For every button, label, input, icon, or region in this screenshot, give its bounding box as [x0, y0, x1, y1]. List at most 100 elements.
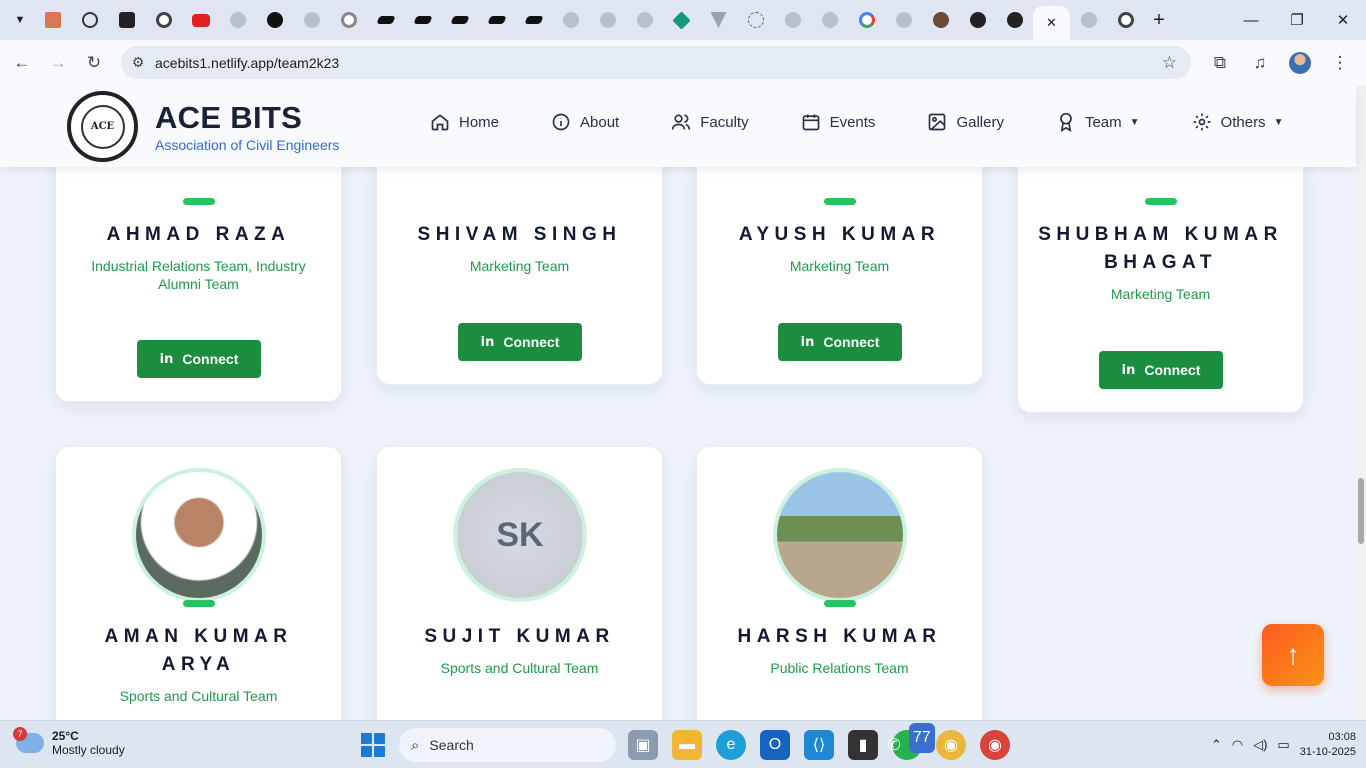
member-name: HARSH KUMAR — [737, 626, 942, 647]
nav-about[interactable]: About — [551, 112, 619, 132]
tab-blank[interactable] — [774, 0, 811, 40]
tab-blank[interactable] — [589, 0, 626, 40]
tab-youtube[interactable] — [182, 0, 219, 40]
tab-github[interactable] — [959, 0, 996, 40]
extensions-icon[interactable]: ⧉ — [1202, 45, 1238, 81]
volume-icon[interactable]: ◁) — [1253, 737, 1267, 753]
weather-temp: 25°C — [52, 729, 79, 743]
tab-gemini[interactable] — [663, 0, 700, 40]
taskbar: 7 25°C Mostly cloudy ⌕ Search ▣ ▬ e O ⟨⟩… — [0, 720, 1366, 768]
tab-blank[interactable] — [885, 0, 922, 40]
tab-x[interactable] — [108, 0, 145, 40]
search-icon: ⌕ — [411, 736, 420, 754]
terminal-icon[interactable]: ▮ — [848, 730, 878, 760]
profile-avatar[interactable] — [1282, 45, 1318, 81]
tab-claude[interactable] — [34, 0, 71, 40]
main-nav: Home About Faculty Events Gallery Team ▼… — [430, 112, 1335, 132]
close-window-button[interactable]: ✕ — [1320, 0, 1366, 40]
connect-button[interactable]: in Connect — [137, 340, 261, 378]
page-scrollbar[interactable] — [1356, 86, 1366, 720]
wifi-icon[interactable]: ◠ — [1232, 737, 1243, 753]
member-name: AYUSH KUMAR — [738, 224, 941, 245]
cloud-icon: 7 — [13, 727, 44, 753]
tab-search-dropdown[interactable]: ▼ — [6, 6, 34, 34]
battery-icon[interactable]: ▭ — [1277, 737, 1289, 753]
tab-figma[interactable] — [737, 0, 774, 40]
ace-bits-logo[interactable]: ACE — [67, 91, 138, 162]
chrome-profile-icon[interactable]: ◉ — [980, 730, 1010, 760]
scrollbar-thumb[interactable] — [1358, 478, 1364, 544]
tab-blank[interactable] — [1070, 0, 1107, 40]
nav-team[interactable]: Team ▼ — [1056, 112, 1140, 132]
users-icon — [672, 114, 691, 130]
tab-blank[interactable] — [626, 0, 663, 40]
tab-blank[interactable] — [219, 0, 256, 40]
weather-desc: Mostly cloudy — [52, 743, 125, 757]
nav-faculty[interactable]: Faculty — [671, 112, 749, 132]
address-bar[interactable]: ⚙ acebits1.netlify.app/team2k23 ☆ — [121, 46, 1191, 79]
nav-others[interactable]: Others ▼ — [1192, 112, 1283, 132]
edge-icon[interactable]: e — [716, 730, 746, 760]
info-icon — [552, 113, 570, 131]
tab-chrome[interactable] — [1107, 0, 1144, 40]
tab-link[interactable] — [441, 0, 478, 40]
member-name: SHIVAM SINGH — [417, 224, 622, 245]
tab-github[interactable] — [996, 0, 1033, 40]
member-role: Sports and Cultural Team — [440, 660, 599, 676]
start-button[interactable] — [361, 733, 385, 757]
maximize-button[interactable]: ❐ — [1274, 0, 1320, 40]
reload-button[interactable]: ↻ — [76, 45, 112, 81]
back-button[interactable]: ← — [4, 45, 40, 81]
task-view-icon[interactable]: ▣ — [628, 730, 658, 760]
tab-link[interactable] — [404, 0, 441, 40]
close-tab-icon[interactable]: ✕ — [1046, 15, 1057, 31]
member-initials: SK — [457, 472, 583, 598]
tab-blank[interactable] — [293, 0, 330, 40]
forward-button[interactable]: → — [40, 45, 76, 81]
taskbar-search[interactable]: ⌕ Search — [399, 728, 616, 762]
member-role: Marketing Team — [1110, 286, 1211, 302]
tab-link[interactable] — [478, 0, 515, 40]
tab-person[interactable] — [922, 0, 959, 40]
gear-icon — [1193, 113, 1210, 131]
nav-gallery[interactable]: Gallery — [927, 112, 1004, 132]
url-text[interactable]: acebits1.netlify.app/team2k23 — [155, 55, 339, 71]
nav-events[interactable]: Events — [801, 112, 875, 132]
clock[interactable]: 03:08 31-10-2025 — [1300, 730, 1356, 760]
member-card: AMAN KUMAR ARYA Sports and Cultural Team — [55, 446, 342, 720]
site-header: ACE ACE BITS Association of Civil Engine… — [0, 86, 1356, 167]
vscode-icon[interactable]: ⟨⟩ — [804, 730, 834, 760]
tab-blank[interactable] — [552, 0, 589, 40]
member-name: SHUBHAM KUMAR BHAGAT — [1038, 224, 1283, 273]
menu-kebab-icon[interactable]: ⋮ — [1322, 45, 1358, 81]
minimize-button[interactable]: — — [1228, 0, 1274, 40]
connect-button[interactable]: in Connect — [1099, 351, 1223, 389]
system-tray: ⌃ ◠ ◁) ▭ 03:08 31-10-2025 — [1211, 730, 1356, 760]
member-photo: SK — [453, 468, 587, 602]
tab-chrome[interactable] — [145, 0, 182, 40]
tab-active[interactable]: ✕ — [1033, 6, 1070, 40]
tab-vercel[interactable] — [700, 0, 737, 40]
outlook-icon[interactable]: O — [760, 730, 790, 760]
tab-link[interactable] — [515, 0, 552, 40]
connect-button[interactable]: in Connect — [458, 323, 582, 361]
weather-widget[interactable]: 7 25°C Mostly cloudy — [13, 727, 125, 757]
bookmark-star-icon[interactable]: ☆ — [1162, 53, 1177, 73]
connect-button[interactable]: in Connect — [778, 323, 902, 361]
brand-title[interactable]: ACE BITS — [155, 100, 302, 136]
chevron-up-icon[interactable]: ⌃ — [1211, 737, 1222, 753]
back-to-top-button[interactable]: ↑ — [1262, 624, 1324, 686]
tab-blank[interactable] — [811, 0, 848, 40]
tab-link[interactable] — [367, 0, 404, 40]
file-explorer-icon[interactable]: ▬ — [672, 730, 702, 760]
new-tab-button[interactable]: + — [1144, 9, 1174, 32]
nav-home[interactable]: Home — [430, 112, 499, 132]
tab-openai[interactable] — [71, 0, 108, 40]
tab-google[interactable] — [330, 0, 367, 40]
media-controls-icon[interactable]: ♫ — [1242, 45, 1278, 81]
tab-google[interactable] — [848, 0, 885, 40]
site-info-icon[interactable]: ⚙ — [121, 54, 155, 71]
tab-perplexity[interactable] — [256, 0, 293, 40]
chrome-icon[interactable]: ◉ — [936, 730, 966, 760]
whatsapp-icon[interactable]: ✆ 77 — [887, 723, 935, 760]
